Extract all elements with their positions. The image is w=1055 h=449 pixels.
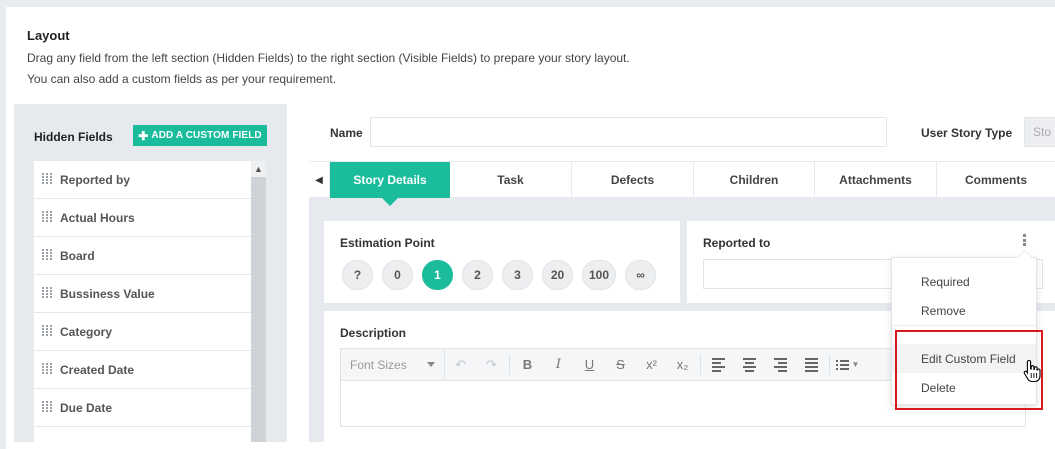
undo-icon[interactable]: ↶ <box>445 349 476 381</box>
chevron-up-icon[interactable]: ▲ <box>251 161 266 177</box>
superscript-icon[interactable]: x² <box>636 349 667 381</box>
align-center-icon[interactable] <box>734 349 765 381</box>
tab-comments[interactable]: Comments <box>937 162 1055 198</box>
menu-item-remove[interactable]: Remove <box>892 296 1036 325</box>
story-tabs: ◀ Story Details Task Defects Children At… <box>309 161 1055 206</box>
layout-description-line-2: You can also add a custom fields as per … <box>27 72 337 86</box>
name-label: Name <box>330 126 363 140</box>
name-input[interactable] <box>370 117 887 147</box>
hidden-field-label: Reported by <box>60 172 131 187</box>
hidden-field-item-partial[interactable] <box>34 427 251 442</box>
estimation-point-option[interactable]: 100 <box>582 260 617 290</box>
toolbar-divider <box>509 354 510 375</box>
hidden-field-label: Board <box>60 248 95 263</box>
drag-handle-icon[interactable] <box>42 211 53 224</box>
plus-icon: ✚ <box>138 128 149 143</box>
tabs-scroll-left-icon[interactable]: ◀ <box>309 162 330 198</box>
hidden-field-item[interactable]: Bussiness Value <box>34 275 251 313</box>
bullet-list-icon[interactable]: ▼ <box>832 349 863 381</box>
tab-defects[interactable]: Defects <box>572 162 694 198</box>
hidden-field-item[interactable]: Category <box>34 313 251 351</box>
menu-item-delete[interactable]: Delete <box>892 373 1036 402</box>
hidden-field-label: Created Date <box>60 362 135 377</box>
estimation-point-option-selected[interactable]: 1 <box>422 260 453 290</box>
layout-description-line-1: Drag any field from the left section (Hi… <box>27 51 630 65</box>
estimation-point-option[interactable]: 2 <box>462 260 493 290</box>
hidden-field-list: Reported by Actual Hours Board Bussiness… <box>34 161 251 442</box>
tab-attachments[interactable]: Attachments <box>815 162 937 198</box>
estimation-point-option[interactable]: 3 <box>502 260 533 290</box>
estimation-point-title: Estimation Point <box>340 236 435 250</box>
toolbar-divider <box>700 354 701 375</box>
hidden-field-item[interactable]: Board <box>34 237 251 275</box>
menu-item-edit-custom-field[interactable]: Edit Custom Field <box>892 344 1036 373</box>
drag-handle-icon[interactable] <box>42 173 53 186</box>
align-right-icon[interactable] <box>765 349 796 381</box>
add-custom-field-button[interactable]: ✚ ADD A CUSTOM FIELD <box>133 125 267 146</box>
estimation-point-option[interactable]: 20 <box>542 260 573 290</box>
strikethrough-icon[interactable]: S <box>605 349 636 381</box>
hidden-field-item[interactable]: Created Date <box>34 351 251 389</box>
hidden-field-item[interactable]: Due Date <box>34 389 251 427</box>
hidden-fields-panel: Hidden Fields ✚ ADD A CUSTOM FIELD Repor… <box>14 104 287 442</box>
user-story-type-select[interactable]: Sto <box>1024 117 1055 147</box>
chevron-down-icon <box>427 361 435 367</box>
hidden-field-item[interactable]: Reported by <box>34 161 251 199</box>
hidden-field-label: Due Date <box>60 400 113 415</box>
name-row: Name User Story Type Sto <box>309 104 1055 161</box>
hidden-field-item[interactable]: Actual Hours <box>34 199 251 237</box>
drag-handle-icon[interactable] <box>42 249 53 262</box>
tab-task[interactable]: Task <box>450 162 572 198</box>
layout-title: Layout <box>27 28 70 43</box>
font-sizes-select[interactable]: Font Sizes <box>341 348 445 381</box>
menu-item-required[interactable]: Required <box>892 267 1036 296</box>
hidden-field-label: Actual Hours <box>60 210 135 225</box>
reported-to-title: Reported to <box>703 236 771 250</box>
drag-handle-icon[interactable] <box>42 325 53 338</box>
tab-story-details[interactable]: Story Details <box>330 162 450 206</box>
drag-handle-icon[interactable] <box>42 401 53 414</box>
more-options-icon[interactable] <box>1023 234 1027 246</box>
drag-handle-icon[interactable] <box>42 363 53 376</box>
toolbar-divider <box>829 354 830 375</box>
estimation-point-option[interactable]: ∞ <box>625 260 657 290</box>
italic-icon[interactable]: I <box>543 349 574 381</box>
description-title: Description <box>340 326 407 340</box>
tab-children[interactable]: Children <box>694 162 815 198</box>
hand-cursor-icon <box>1023 359 1041 383</box>
hidden-field-label: Category <box>60 324 113 339</box>
redo-icon[interactable]: ↷ <box>476 349 507 381</box>
estimation-point-option[interactable]: 0 <box>382 260 413 290</box>
estimation-point-options: ? 0 1 2 3 20 100 ∞ <box>342 260 657 290</box>
hidden-fields-scrollbar[interactable]: ▲ <box>251 161 266 442</box>
user-story-type-label: User Story Type <box>921 126 1013 140</box>
subscript-icon[interactable]: x₂ <box>667 349 698 381</box>
estimation-point-option[interactable]: ? <box>342 260 373 290</box>
underline-icon[interactable]: U <box>574 349 605 381</box>
hidden-fields-title: Hidden Fields <box>34 130 113 144</box>
drag-handle-icon[interactable] <box>42 287 53 300</box>
hidden-field-label: Bussiness Value <box>60 286 155 301</box>
add-custom-field-label: ADD A CUSTOM FIELD <box>151 130 262 141</box>
menu-divider <box>892 325 1036 326</box>
bold-icon[interactable]: B <box>512 349 543 381</box>
font-sizes-label: Font Sizes <box>350 357 407 372</box>
field-options-menu: Required Remove Edit Custom Field Delete <box>891 250 1037 405</box>
align-justify-icon[interactable] <box>796 349 827 381</box>
align-left-icon[interactable] <box>703 349 734 381</box>
estimation-point-card: Estimation Point ? 0 1 2 3 20 100 ∞ <box>324 221 680 303</box>
